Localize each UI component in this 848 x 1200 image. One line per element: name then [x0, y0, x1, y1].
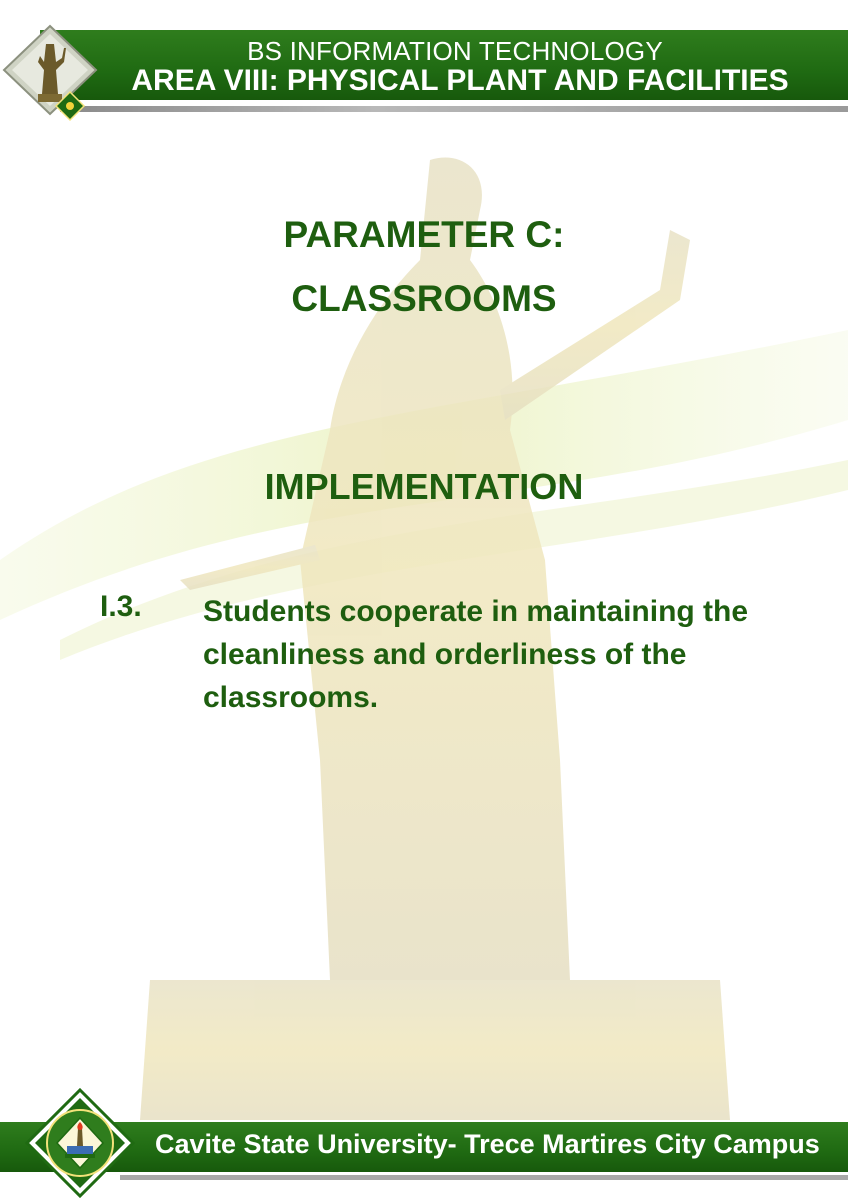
program-title: BS INFORMATION TECHNOLOGY — [247, 36, 663, 66]
item-number: I.3. — [100, 590, 142, 623]
footer-divider — [120, 1175, 848, 1180]
item-text: Students cooperate in maintaining the cl… — [203, 595, 749, 714]
parameter-name: CLASSROOMS — [291, 278, 557, 319]
section-title: IMPLEMENTATION — [264, 466, 584, 507]
header-divider — [60, 106, 848, 112]
area-title: AREA VIII: PHYSICAL PLANT AND FACILITIES — [131, 64, 789, 97]
footer-campus-name: Cavite State University- Trece Martires … — [155, 1129, 820, 1159]
parameter-title: PARAMETER C: — [283, 214, 565, 255]
monument-logo-icon — [2, 24, 98, 122]
university-seal-icon — [25, 1088, 135, 1198]
